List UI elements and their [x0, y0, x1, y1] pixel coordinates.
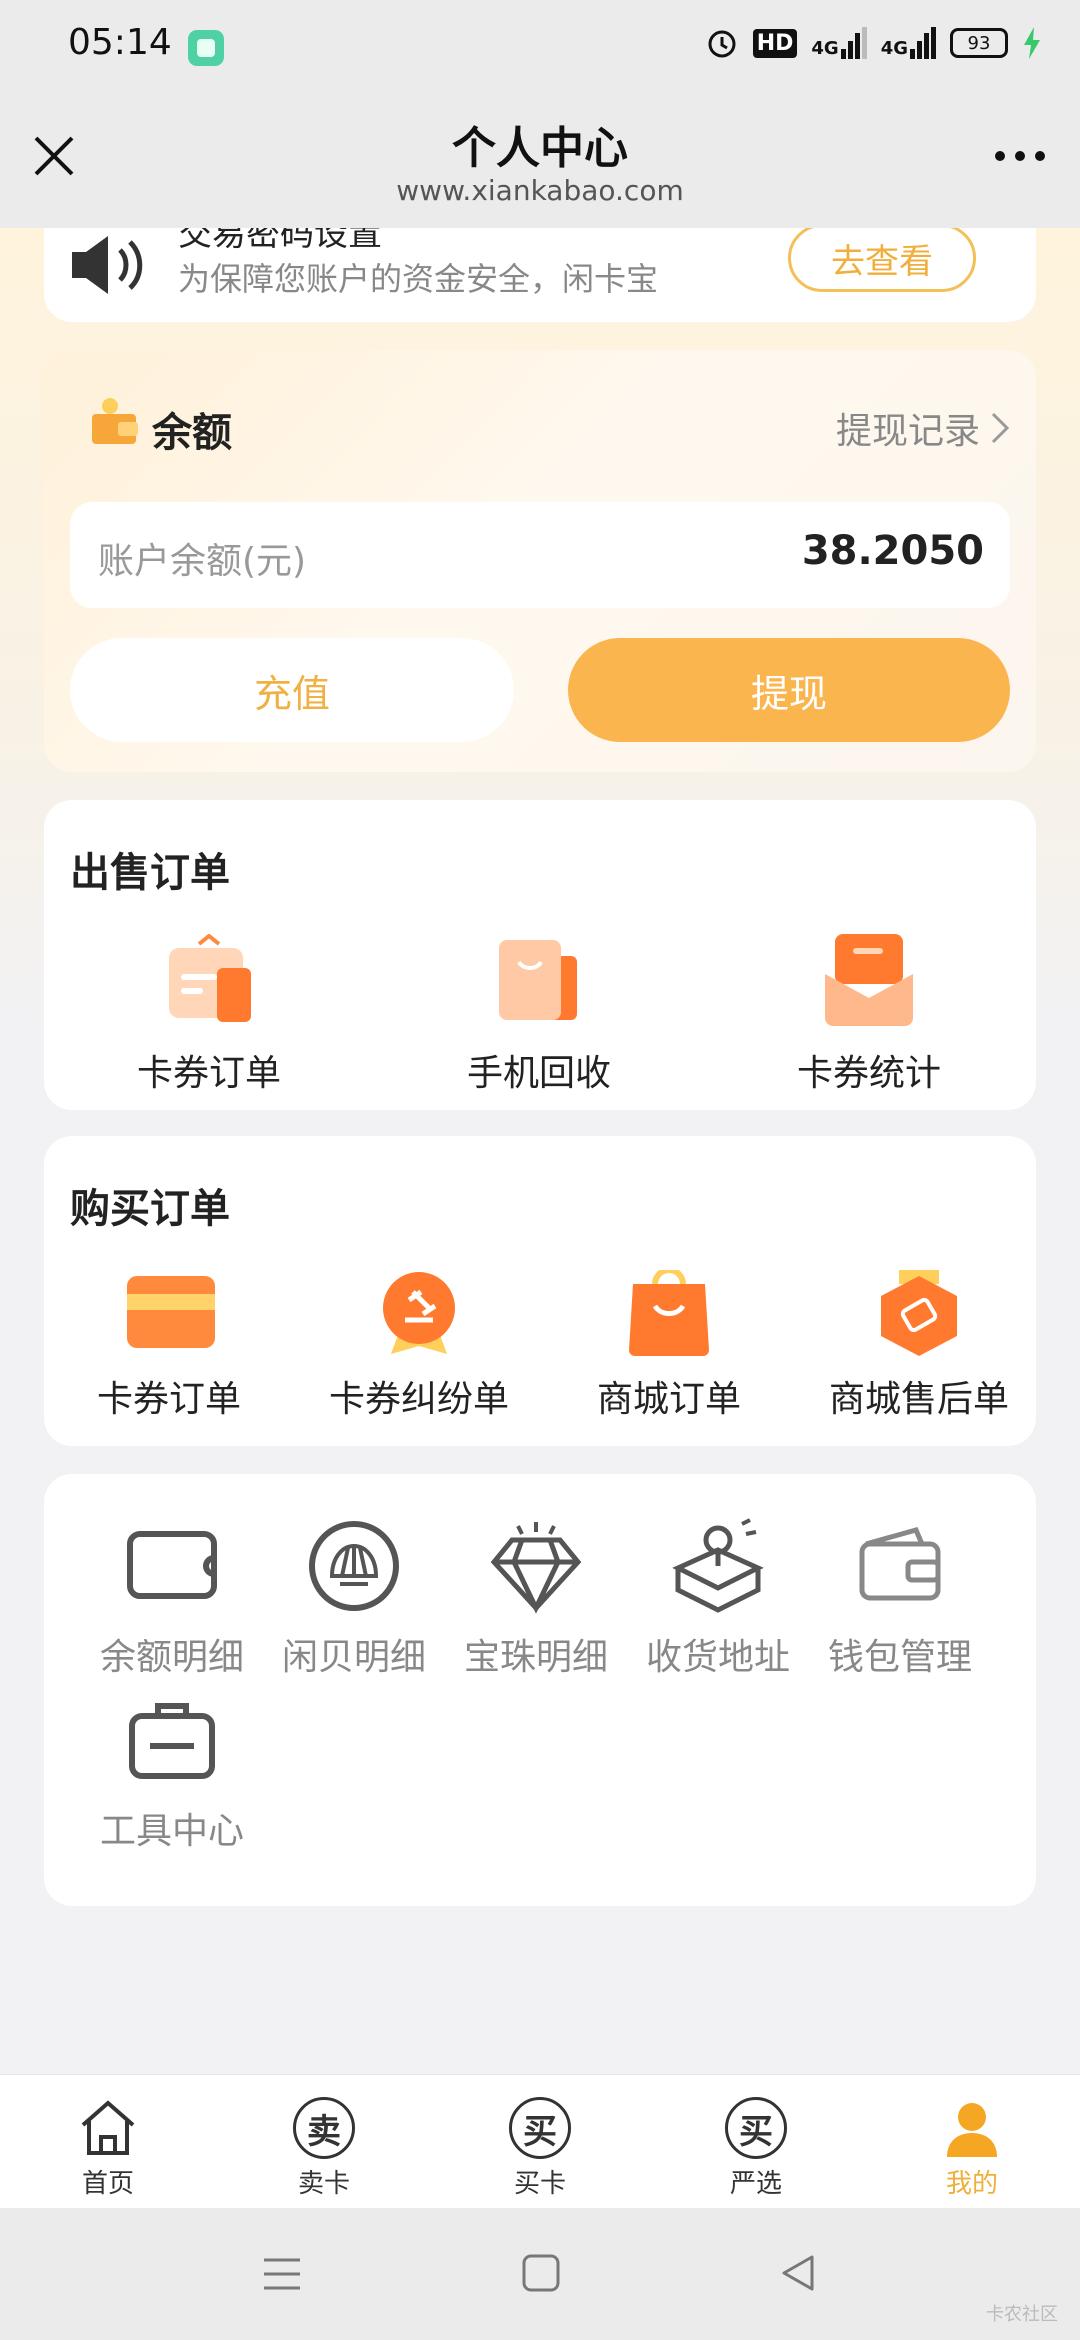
alarm-icon: [708, 30, 736, 58]
tab-home[interactable]: 首页: [48, 2097, 168, 2200]
sell-orders-card: 出售订单 卡券订单 手机回收 卡券统计: [44, 800, 1036, 1110]
view-notice-button[interactable]: 去查看: [788, 228, 976, 292]
balance-card: 余额 提现记录 账户余额(元) 38.2050 充值 提现: [44, 350, 1036, 772]
tool-balance-detail[interactable]: 余额明细: [82, 1518, 262, 1680]
balance-row: 账户余额(元) 38.2050: [70, 502, 1010, 608]
tag-badge-icon: [881, 1270, 957, 1356]
tool-wallet-manage[interactable]: 钱包管理: [810, 1518, 990, 1680]
sell-item-phone-recycle[interactable]: 手机回收: [414, 934, 664, 1096]
buy-card-icon: 买: [509, 2097, 571, 2159]
tab-label: 卖卡: [297, 2169, 350, 2199]
wallet-coin-icon: [92, 398, 138, 444]
withdraw-record-link[interactable]: 提现记录: [836, 402, 1010, 454]
notice-title: 交易密码设置: [178, 228, 382, 254]
balance-value: 38.2050: [801, 528, 984, 574]
sell-item-card-stats[interactable]: 卡券统计: [744, 934, 994, 1096]
bottom-tab-bar: 首页 卖 卖卡 买 买卡 买 严选 我的: [0, 2074, 1080, 2208]
tab-label: 首页: [81, 2169, 134, 2199]
buy-item-label: 商城订单: [596, 1379, 741, 1420]
notice-card[interactable]: 交易密码设置 为保障您账户的资金安全，闲卡宝 去查看: [44, 228, 1036, 322]
home-icon: [81, 2100, 135, 2155]
home-square-icon[interactable]: [522, 2254, 560, 2292]
system-navigation-bar: [0, 2208, 1080, 2340]
selection-icon: 买: [725, 2097, 787, 2159]
person-icon: [947, 2103, 997, 2157]
buy-item-mall-orders[interactable]: 商城订单: [554, 1270, 784, 1422]
tool-tool-center[interactable]: 工具中心: [82, 1692, 262, 1854]
menu-icon[interactable]: [262, 2256, 302, 2292]
withdraw-record-label: 提现记录: [835, 411, 980, 452]
tool-label: 工具中心: [99, 1811, 244, 1852]
more-icon[interactable]: [992, 136, 1048, 176]
sell-item-card-orders[interactable]: 卡券订单: [84, 934, 334, 1096]
chevron-right-icon: [991, 412, 1010, 444]
buy-item-dispute-orders[interactable]: 卡券纠纷单: [304, 1270, 534, 1422]
buy-item-after-sale[interactable]: 商城售后单: [804, 1270, 1034, 1422]
tool-label: 闲贝明细: [281, 1637, 426, 1678]
shell-icon: [309, 1521, 399, 1611]
tab-mine[interactable]: 我的: [912, 2097, 1032, 2200]
tool-label: 收货地址: [645, 1637, 790, 1678]
card-icon: [127, 1276, 215, 1348]
status-bar: 05:14 HD 4G 4G 93: [0, 0, 1080, 96]
phone-recycle-bag-icon: [499, 940, 577, 1020]
recharge-button[interactable]: 充值: [70, 638, 514, 742]
tab-sell-card[interactable]: 卖 卖卡: [264, 2097, 384, 2200]
app-notification-icon: [188, 30, 224, 66]
gavel-medal-icon: [383, 1272, 455, 1354]
wallet-card-icon: [127, 1531, 217, 1599]
tool-label: 宝珠明细: [463, 1637, 608, 1678]
balance-label: 账户余额(元): [98, 541, 307, 582]
back-triangle-icon[interactable]: [780, 2254, 816, 2292]
card-voucher-icon: [169, 934, 251, 1022]
tools-card: 余额明细 闲贝明细 宝珠明细 收货地址 钱包管理 工具中心: [44, 1474, 1036, 1906]
page-title: 个人中心: [452, 123, 628, 174]
status-indicators: HD 4G 4G 93: [705, 26, 1042, 60]
buy-orders-title: 购买订单: [70, 1186, 230, 1232]
signal-icon-2: 4G: [881, 27, 936, 59]
tool-shipping-address[interactable]: 收货地址: [628, 1518, 808, 1680]
wallet-icon: [859, 1527, 941, 1601]
tool-label: 钱包管理: [827, 1637, 972, 1678]
sell-item-label: 卡券订单: [136, 1053, 281, 1094]
tab-buy-card[interactable]: 买 买卡: [480, 2097, 600, 2200]
notice-text: 为保障您账户的资金安全，闲卡宝: [178, 260, 659, 298]
tab-selection[interactable]: 买 严选: [696, 2097, 816, 2200]
envelope-stats-icon: [825, 934, 913, 1026]
diamond-icon: [490, 1522, 582, 1614]
toolbox-icon: [129, 1703, 215, 1779]
tab-label: 买卡: [513, 2169, 566, 2199]
sell-item-label: 手机回收: [466, 1053, 611, 1094]
speaker-icon: [72, 236, 143, 294]
status-time: 05:14: [68, 22, 172, 63]
location-box-icon: [672, 1518, 764, 1613]
tool-gem-detail[interactable]: 宝珠明细: [446, 1518, 626, 1680]
signal-icon-1: 4G: [811, 27, 867, 59]
buy-item-label: 卡券订单: [96, 1379, 241, 1420]
sell-orders-title: 出售订单: [70, 850, 230, 896]
shopping-bag-icon: [629, 1270, 709, 1356]
tool-label: 余额明细: [99, 1637, 244, 1678]
charging-icon: [1024, 27, 1040, 59]
tab-label: 我的: [945, 2169, 998, 2199]
tool-shell-detail[interactable]: 闲贝明细: [264, 1518, 444, 1680]
watermark: 卡农社区: [986, 2304, 1058, 2325]
battery-icon: 93: [950, 28, 1008, 58]
notice-clip: 交易密码设置 为保障您账户的资金安全，闲卡宝 去查看: [0, 228, 1080, 328]
balance-title: 余额: [152, 410, 232, 456]
buy-orders-card: 购买订单 卡券订单 卡券纠纷单 商城订单 商城售后单: [44, 1136, 1036, 1446]
sell-card-icon: 卖: [293, 2097, 355, 2159]
page-url: www.xiankabao.com: [396, 174, 684, 207]
withdraw-button[interactable]: 提现: [568, 638, 1010, 742]
buy-item-label: 商城售后单: [828, 1379, 1009, 1420]
hd-icon: HD: [752, 28, 798, 58]
buy-item-label: 卡券纠纷单: [328, 1379, 509, 1420]
buy-item-card-orders[interactable]: 卡券订单: [54, 1270, 284, 1422]
sell-item-label: 卡券统计: [796, 1053, 941, 1094]
tab-label: 严选: [729, 2169, 782, 2199]
nav-bar: 个人中心 www.xiankabao.com: [0, 96, 1080, 228]
